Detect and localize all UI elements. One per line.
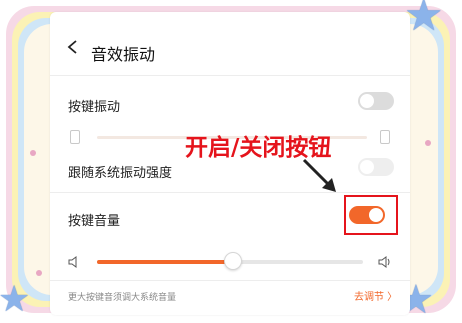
annotation-arrow — [302, 158, 336, 192]
annotation-highlight-box — [344, 195, 398, 235]
